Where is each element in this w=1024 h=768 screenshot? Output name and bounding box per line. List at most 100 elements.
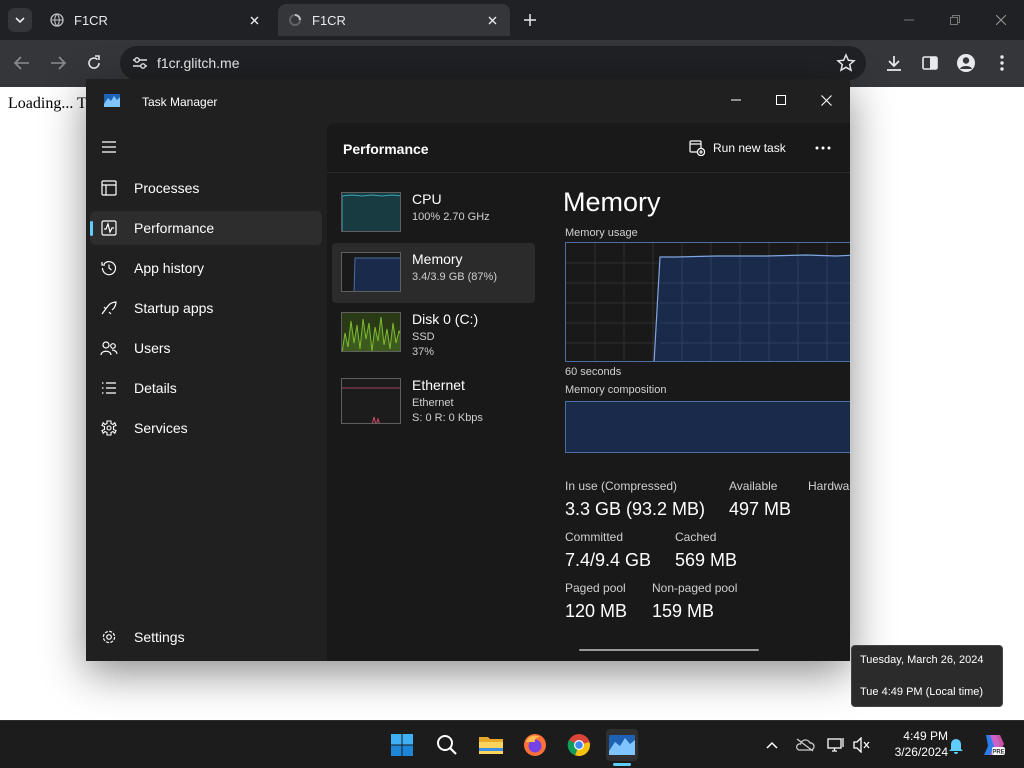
nav-label: Settings — [134, 629, 185, 645]
cloud-offline-icon — [796, 738, 815, 752]
resource-detail: 37% — [412, 346, 435, 358]
browser-close-button[interactable] — [989, 8, 1013, 32]
nav-item-processes[interactable]: Processes — [90, 171, 322, 205]
bookmark-star-icon[interactable] — [836, 53, 856, 73]
run-new-task-label: Run new task — [713, 141, 786, 155]
nav-item-services[interactable]: Services — [90, 411, 322, 445]
resource-detail: 100% 2.70 GHz — [412, 211, 490, 223]
back-button[interactable] — [10, 51, 34, 75]
performance-content: Performance Run new task CPU 100% 2.70 G… — [327, 123, 850, 661]
tab-close-button[interactable] — [484, 12, 500, 28]
new-tab-button[interactable] — [518, 8, 542, 32]
url-text: f1cr.glitch.me — [157, 55, 240, 71]
tune-icon — [133, 57, 147, 69]
maximize-icon — [776, 95, 786, 105]
hamburger-menu-icon[interactable] — [100, 139, 120, 155]
network-button[interactable] — [826, 735, 846, 755]
copilot-icon: PRE — [984, 735, 1005, 756]
horizontal-scrollbar[interactable] — [579, 649, 759, 651]
file-explorer-icon — [479, 737, 503, 754]
nav-item-startup-apps[interactable]: Startup apps — [90, 291, 322, 325]
file-explorer-button[interactable] — [475, 729, 507, 761]
clock-date: 3/26/2024 — [894, 745, 948, 759]
paged-pool-value: 120 MB — [565, 601, 628, 621]
task-manager-titlebar[interactable]: Task Manager — [86, 79, 850, 123]
app-history-icon — [100, 259, 118, 277]
maximize-button[interactable] — [766, 86, 796, 114]
committed-label: Committed — [565, 530, 624, 544]
reload-icon — [88, 55, 100, 69]
site-info-button[interactable] — [130, 53, 150, 73]
cpu-thumbnail-graph — [341, 192, 401, 232]
start-button[interactable] — [386, 729, 418, 761]
browser-tab-bar: F1CR F1CR — [0, 0, 1024, 40]
users-icon — [100, 339, 118, 357]
tab-close-button[interactable] — [246, 12, 262, 28]
onedrive-button[interactable] — [795, 735, 815, 755]
nav-label: Startup apps — [134, 300, 214, 316]
browser-menu-button[interactable] — [990, 51, 1014, 75]
resource-item-ethernet[interactable]: Ethernet Ethernet S: 0 R: 0 Kbps — [332, 369, 535, 429]
forward-button[interactable] — [46, 51, 70, 75]
run-new-task-button[interactable]: Run new task — [689, 137, 786, 159]
close-icon — [488, 16, 496, 24]
reload-button[interactable] — [82, 51, 106, 75]
nav-item-users[interactable]: Users — [90, 331, 322, 365]
side-panel-button[interactable] — [918, 51, 942, 75]
task-manager-window: Task Manager Processes Performance App h… — [86, 79, 850, 661]
network-monitor-icon — [827, 738, 844, 752]
resource-name: Disk 0 (C:) — [412, 311, 479, 327]
close-button[interactable] — [811, 86, 841, 114]
minimize-button[interactable] — [721, 86, 751, 114]
tab-search-button[interactable] — [8, 8, 32, 32]
more-options-button[interactable] — [813, 137, 833, 159]
profile-icon — [957, 54, 975, 72]
clock-time: 4:49 PM — [903, 729, 948, 743]
selection-indicator — [90, 221, 93, 236]
firefox-icon — [524, 734, 546, 756]
nav-item-settings[interactable]: Settings — [90, 620, 322, 654]
show-hidden-icons-button[interactable] — [762, 735, 782, 755]
available-label: Available — [729, 479, 778, 493]
browser-restore-button[interactable] — [943, 8, 967, 32]
tooltip-date: Tuesday, March 26, 2024 — [860, 654, 984, 666]
browser-tab-1[interactable]: F1CR — [40, 4, 272, 36]
profile-button[interactable] — [954, 51, 978, 75]
firefox-button[interactable] — [519, 729, 551, 761]
search-button[interactable] — [431, 729, 463, 761]
task-manager-icon — [609, 735, 635, 755]
globe-icon — [50, 13, 64, 27]
taskbar: 4:49 PM 3/26/2024 PRE — [0, 720, 1024, 768]
nav-item-app-history[interactable]: App history — [90, 251, 322, 285]
resource-item-cpu[interactable]: CPU 100% 2.70 GHz — [332, 183, 535, 243]
downloads-button[interactable] — [882, 51, 906, 75]
notifications-button[interactable] — [946, 735, 966, 755]
ethernet-thumbnail-graph — [341, 378, 401, 424]
browser-minimize-button[interactable] — [897, 8, 921, 32]
arrow-right-icon — [51, 56, 66, 70]
resource-item-memory[interactable]: Memory 3.4/3.9 GB (87%) — [332, 243, 535, 303]
memory-composition-bar — [565, 401, 850, 453]
download-icon — [887, 56, 901, 71]
browser-tab-2[interactable]: F1CR — [278, 4, 510, 36]
cached-label: Cached — [675, 530, 717, 544]
search-icon — [437, 735, 457, 755]
disk-thumbnail-graph — [341, 312, 401, 352]
resource-item-disk[interactable]: Disk 0 (C:) SSD 37% — [332, 303, 535, 363]
resource-detail: 3.4/3.9 GB (87%) — [412, 271, 497, 283]
processes-icon — [100, 179, 118, 197]
paged-pool-label: Paged pool — [565, 581, 626, 595]
side-panel-icon — [922, 56, 938, 70]
address-bar[interactable]: f1cr.glitch.me — [120, 46, 866, 80]
task-manager-taskbar-button[interactable] — [606, 729, 638, 761]
volume-button[interactable] — [852, 735, 872, 755]
in-use-value: 3.3 GB (93.2 MB) — [565, 499, 706, 519]
nav-item-performance[interactable]: Performance — [90, 211, 322, 245]
memory-usage-label: Memory usage — [565, 227, 638, 239]
taskbar-clock[interactable]: 4:49 PM 3/26/2024 — [876, 728, 948, 760]
resource-list: CPU 100% 2.70 GHz Memory 3.4/3.9 GB (87%… — [327, 173, 535, 661]
resource-detail: SSD — [412, 331, 435, 343]
chrome-button[interactable] — [563, 729, 595, 761]
copilot-button[interactable]: PRE — [980, 732, 1006, 758]
nav-item-details[interactable]: Details — [90, 371, 322, 405]
